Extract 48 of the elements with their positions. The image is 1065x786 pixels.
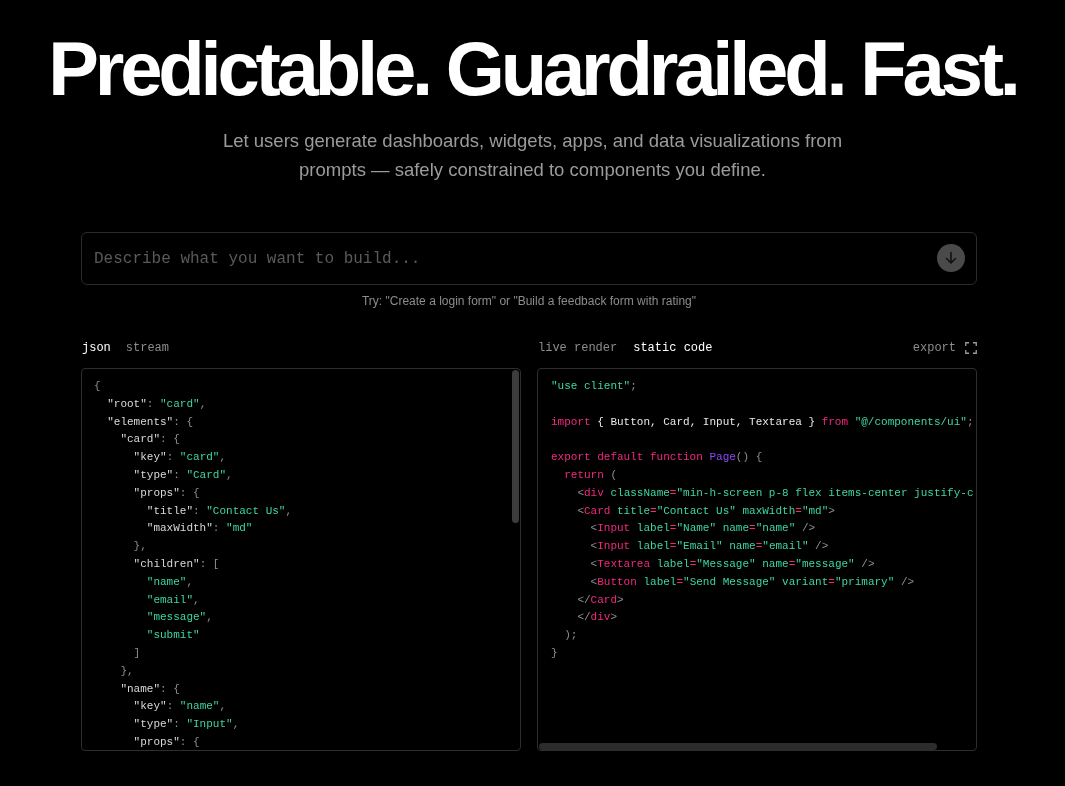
code-line: "maxWidth": "md" [146,521,253,537]
hero-subtitle: Let users generate dashboards, widgets, apps, and data visualizations from prompts — safely constrained to components you define. [221,129,844,182]
code-line: }, [133,539,147,555]
view-tab[interactable]: live render [538,340,618,356]
scrollbar-thumb[interactable] [539,743,937,750]
scrollbar-thumb[interactable] [512,370,519,523]
code-line: "name", [146,574,194,590]
expand-icon [965,342,977,354]
prompt-field[interactable]: Describe what you want to build... [81,232,977,285]
code-line: </Card> [577,592,624,608]
code-line: } [551,645,558,661]
code-line: "key": "card", [133,450,227,466]
hero-title: Predictable. Guardrailed. Fast. [48,31,1017,107]
code-line: }, [120,663,134,679]
code-line: ); [564,628,578,644]
code-line: "props": { [133,734,200,750]
code-line: "message", [146,610,213,626]
code-line: return ( [564,468,617,483]
code-line: "type": "Input", [133,717,240,733]
code-line: "name": { [120,681,180,697]
code-line: </div> [577,610,618,626]
code-line: "title": "Contact Us", [146,503,293,519]
code-line: <Input label="Email" name="email" /> [590,539,829,555]
arrow-down-icon [944,251,958,265]
code-line: "key": "name", [133,699,227,715]
code-line: "type": "Card", [133,468,233,483]
view-tab[interactable]: static code [633,340,713,356]
suggestion-hint: Try: "Create a login form" or "Build a feedback form with rating" [361,293,697,309]
code-line: "root": "card", [107,396,207,412]
code-line: <Card title="Contact Us" maxWidth="md"> [577,503,835,519]
code-line: <Textarea label="Message" name="message" /> [590,556,875,572]
code-line: import { Button, Card, Input, Textarea } from "@/components/ui"; [551,414,974,430]
code-line: { [94,379,101,394]
code-line: "use client"; [551,379,637,394]
code-line: <div className="min-h-screen p-8 flex items-center justify-c [577,485,974,501]
code-line: ] [133,645,141,661]
code-line: "card": { [120,432,180,448]
code-line: <Button label="Send Message" variant="primary" /> [590,574,915,590]
view-tab[interactable]: stream [125,340,170,356]
code-line: "children": [ [133,556,220,572]
code-line: "submit" [146,628,200,644]
code-line: export default function Page() { [551,450,763,466]
code-line: "email", [146,592,200,608]
view-tab[interactable]: json [82,340,111,356]
export-button[interactable]: export [912,340,977,356]
code-line: <Input label="Name" name="name" /> [590,521,816,537]
code-line: "elements": { [107,414,194,430]
code-line: "props": { [133,485,200,501]
